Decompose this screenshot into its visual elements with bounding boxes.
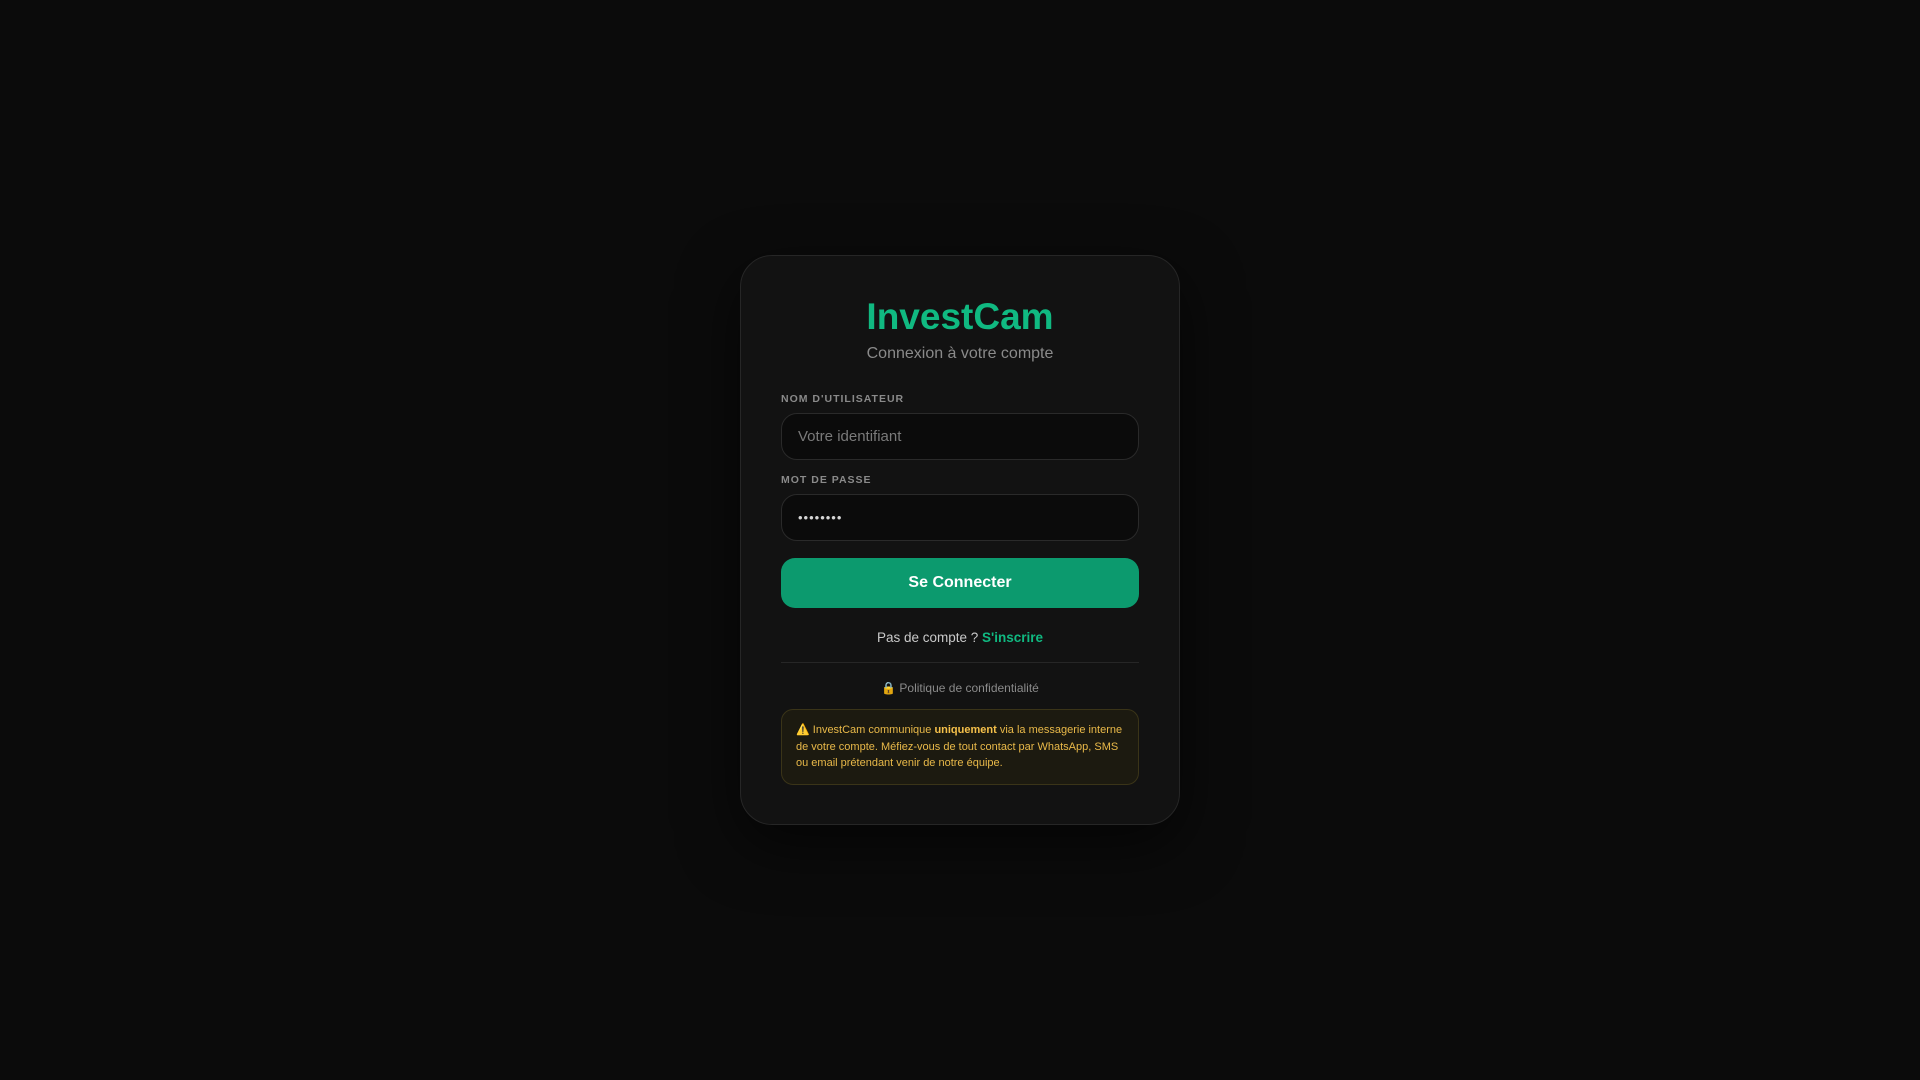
privacy-policy-link[interactable]: Politique de confidentialité xyxy=(899,681,1038,695)
password-input[interactable] xyxy=(781,494,1139,541)
signup-link[interactable]: S'inscrire xyxy=(982,630,1043,645)
signup-row: Pas de compte ? S'inscrire xyxy=(781,630,1139,645)
warning-text-before: InvestCam communique xyxy=(812,724,935,736)
warning-icon: ⚠️ xyxy=(796,724,810,736)
login-card: InvestCam Connexion à votre compte NOM D… xyxy=(740,255,1180,825)
privacy-row: 🔒 Politique de confidentialité xyxy=(781,681,1139,695)
page-subtitle: Connexion à votre compte xyxy=(866,345,1054,362)
lock-icon: 🔒 xyxy=(881,681,897,695)
username-input[interactable] xyxy=(781,413,1139,460)
username-label: NOM D'UTILISATEUR xyxy=(781,393,905,405)
divider xyxy=(781,662,1139,663)
signup-prompt: Pas de compte ? xyxy=(876,630,983,645)
login-button[interactable]: Se Connecter xyxy=(781,558,1139,608)
warning-emphasis: uniquement xyxy=(934,724,997,736)
app-title: InvestCam xyxy=(866,296,1054,337)
password-label: MOT DE PASSE xyxy=(781,474,872,486)
security-warning: ⚠️ InvestCam communique uniquement via l… xyxy=(781,709,1139,785)
